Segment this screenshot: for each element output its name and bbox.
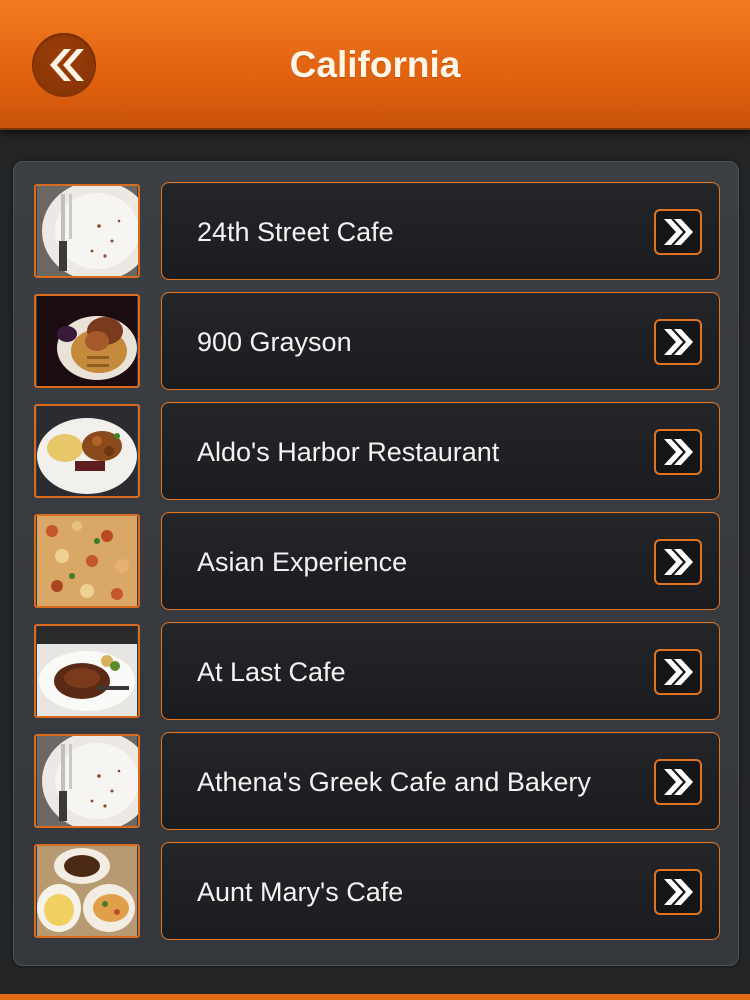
open-button[interactable] [654,429,702,475]
restaurant-button[interactable]: Aunt Mary's Cafe [161,842,720,940]
list-item: 24th Street Cafe [34,182,720,280]
restaurant-list: 24th Street Cafe 900 Grayson Aldo's Harb… [13,161,739,966]
open-button[interactable] [654,539,702,585]
restaurant-button[interactable]: 24th Street Cafe [161,182,720,280]
open-button[interactable] [654,209,702,255]
restaurant-button[interactable]: 900 Grayson [161,292,720,390]
list-item: Athena's Greek Cafe and Bakery [34,732,720,830]
list-item: Aldo's Harbor Restaurant [34,402,720,500]
fried-rice-photo [34,514,140,608]
page-title: California [289,44,461,85]
breakfast-plate-photo [34,404,140,498]
double-chevron-right-icon [664,439,693,465]
double-chevron-left-icon [50,49,84,81]
list-item: 900 Grayson [34,292,720,390]
open-button[interactable] [654,759,702,805]
waffle-chicken-photo [34,294,140,388]
double-chevron-right-icon [664,659,693,685]
restaurant-name: At Last Cafe [197,657,346,687]
double-chevron-right-icon [664,549,693,575]
open-button[interactable] [654,649,702,695]
bottom-bar [0,994,750,1000]
double-chevron-right-icon [664,879,693,905]
list-item: Aunt Mary's Cafe [34,842,720,940]
restaurant-button[interactable]: At Last Cafe [161,622,720,720]
plate-fork-photo [34,734,140,828]
restaurant-button[interactable]: Athena's Greek Cafe and Bakery [161,732,720,830]
restaurant-name: Aunt Mary's Cafe [197,877,404,907]
top-bar: California [0,0,750,130]
plate-fork-photo [34,184,140,278]
back-button[interactable] [32,33,96,97]
double-chevron-right-icon [664,769,693,795]
list-item: Asian Experience [34,512,720,610]
restaurant-name: Asian Experience [197,547,408,577]
restaurant-name: Aldo's Harbor Restaurant [197,437,500,467]
restaurant-name: 900 Grayson [197,327,352,357]
open-button[interactable] [654,869,702,915]
restaurant-name: Athena's Greek Cafe and Bakery [197,767,591,797]
double-chevron-right-icon [664,219,693,245]
restaurant-button[interactable]: Aldo's Harbor Restaurant [161,402,720,500]
double-chevron-right-icon [664,329,693,355]
steak-plate-photo [34,624,140,718]
restaurant-name: 24th Street Cafe [197,217,394,247]
open-button[interactable] [654,319,702,365]
brunch-table-photo [34,844,140,938]
restaurant-button[interactable]: Asian Experience [161,512,720,610]
list-item: At Last Cafe [34,622,720,720]
